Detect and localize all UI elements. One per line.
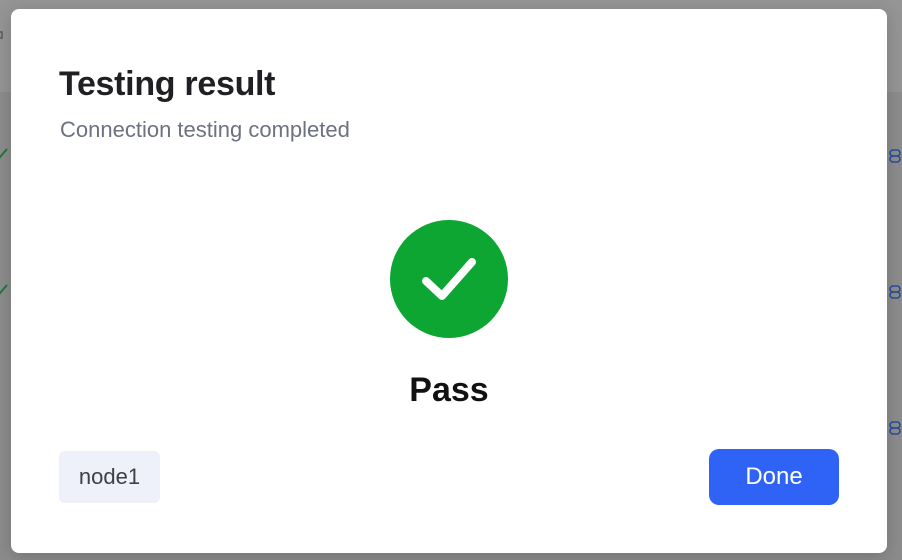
checkmark-icon bbox=[422, 258, 476, 300]
backdrop-check-icon bbox=[0, 284, 8, 295]
backdrop-link-icon bbox=[889, 149, 901, 163]
dialog-subtitle: Connection testing completed bbox=[60, 117, 350, 142]
dialog-title: Testing result bbox=[59, 65, 276, 103]
result-status: Pass bbox=[409, 371, 489, 409]
testing-result-dialog: Testing result Connection testing comple… bbox=[11, 9, 887, 553]
backdrop-link-icon bbox=[889, 285, 901, 299]
check-circle-icon bbox=[390, 220, 508, 338]
backdrop-link-icon bbox=[889, 421, 901, 435]
backdrop-glyph-icon bbox=[0, 31, 3, 39]
node-chip: node1 bbox=[59, 451, 160, 503]
backdrop-check-icon bbox=[0, 148, 8, 159]
done-button[interactable]: Done bbox=[709, 449, 839, 505]
